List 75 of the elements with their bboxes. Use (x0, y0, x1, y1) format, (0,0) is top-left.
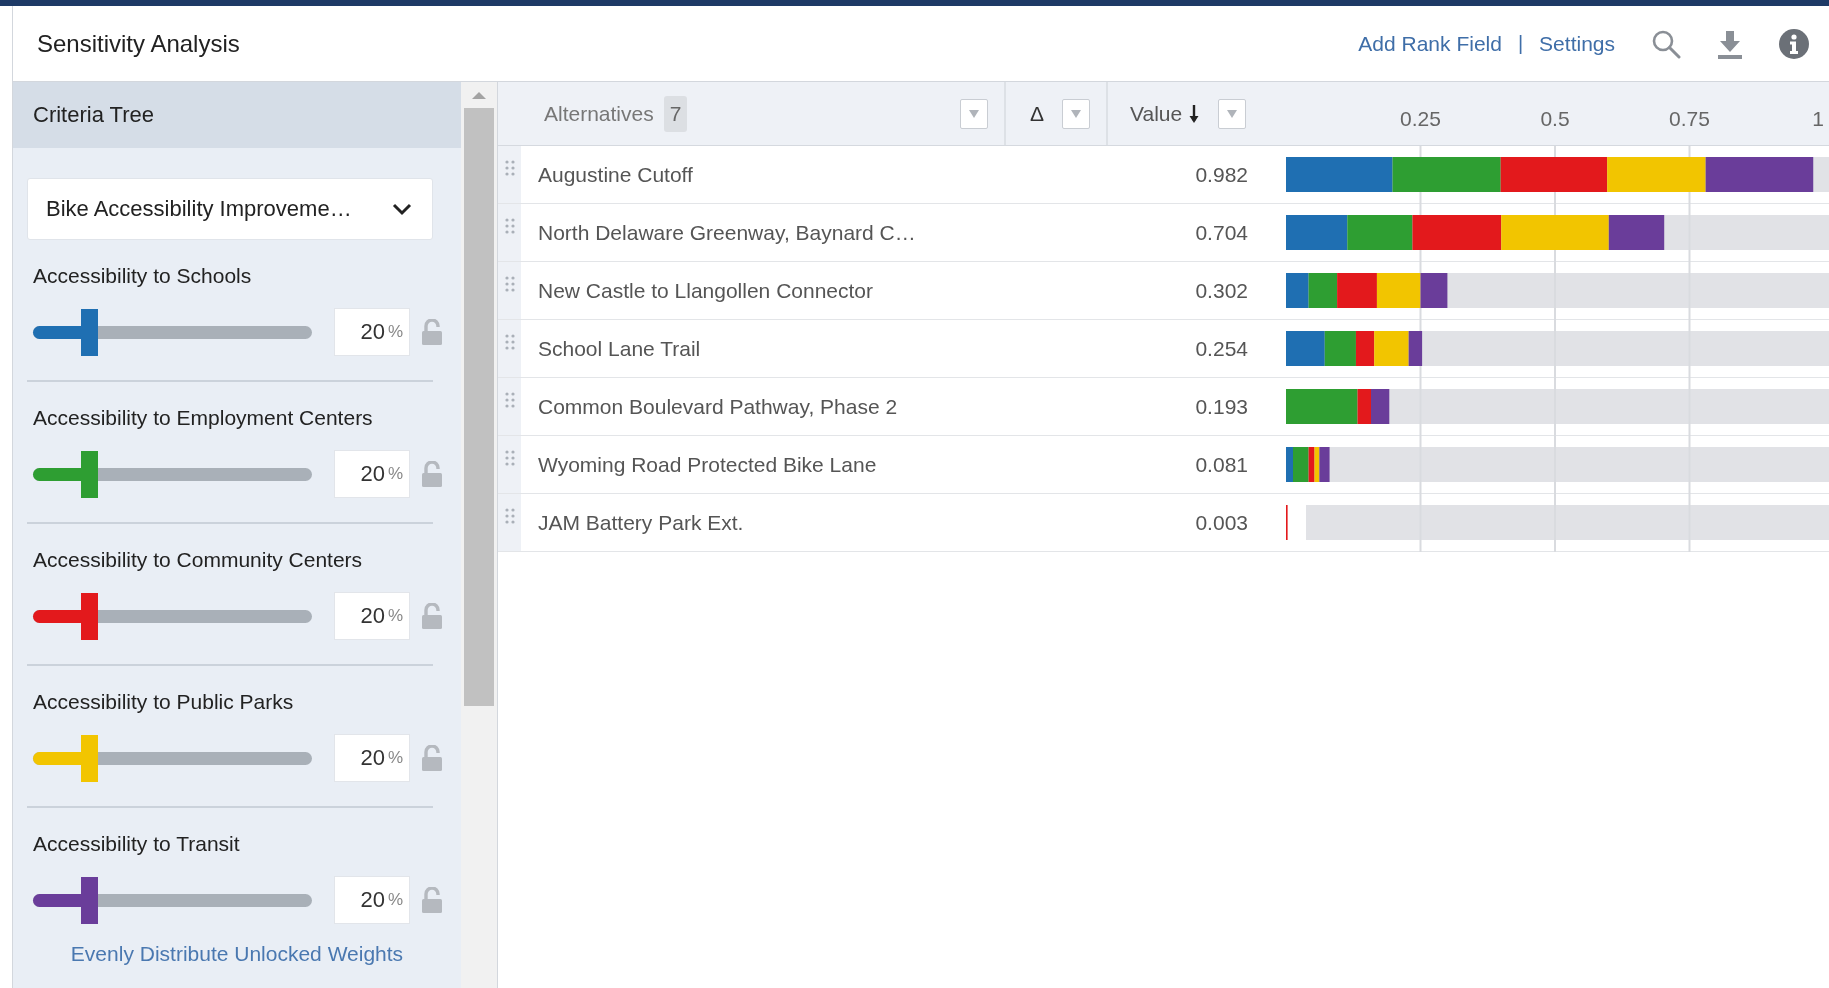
drag-handle-icon[interactable] (504, 392, 515, 408)
filter-button[interactable] (1218, 98, 1247, 129)
column-header: Δ (1030, 101, 1045, 126)
caret-icon (1226, 108, 1239, 119)
drag-handle-icon[interactable] (504, 508, 515, 524)
weight-field[interactable]: 20% (334, 876, 410, 924)
drag-handle-icon[interactable] (504, 218, 515, 234)
settings-link[interactable]: Settings (1539, 31, 1615, 56)
criterion-label: Accessibility to Schools (32, 264, 253, 288)
unlocked-padlock-icon[interactable] (422, 603, 442, 629)
axis-tick-label: 0.25 (1400, 107, 1441, 130)
unlocked-padlock-icon[interactable] (422, 461, 442, 487)
weight-slider[interactable] (33, 308, 312, 356)
drag-handle-icon[interactable] (504, 334, 515, 350)
alternative-name: Wyoming Road Protected Bike Lane (538, 452, 878, 477)
slider-thumb[interactable] (80, 592, 98, 640)
criterion-label: Accessibility to Transit (32, 832, 241, 856)
count-badge: 7 (663, 95, 688, 132)
unlocked-padlock-icon[interactable] (422, 319, 442, 345)
drag-handle-icon[interactable] (504, 160, 515, 176)
panel-title: Criteria Tree (33, 102, 155, 128)
scrollbar-thumb[interactable] (464, 108, 494, 706)
weight-slider[interactable] (33, 734, 312, 782)
alternative-name: New Castle to Llangollen Connector (538, 278, 875, 303)
axis-tick-label: 0.5 (1540, 107, 1570, 130)
weight-field[interactable]: 20% (334, 450, 410, 498)
value-cell: 0.081 (1195, 452, 1248, 477)
weight-slider[interactable] (33, 592, 312, 640)
value-cell: 0.704 (1195, 220, 1248, 245)
scroll-up-icon[interactable] (471, 90, 487, 100)
filter-button[interactable] (1062, 98, 1091, 129)
value-cell: 0.254 (1195, 336, 1248, 361)
unlocked-padlock-icon[interactable] (422, 745, 442, 771)
add-rank-field-link[interactable]: Add Rank Field (1358, 31, 1502, 56)
slider-thumb[interactable] (80, 876, 98, 924)
criterion-label: Accessibility to Community Centers (32, 548, 364, 572)
chevron-down-icon (392, 202, 412, 216)
weight-slider[interactable] (33, 876, 312, 924)
download-icon[interactable] (1717, 28, 1743, 59)
drag-handle-icon[interactable] (504, 276, 515, 292)
value-cell: 0.302 (1195, 278, 1248, 303)
alternative-name: Common Boulevard Pathway, Phase 2 (538, 394, 899, 419)
axis-tick-label: 1 (1812, 107, 1824, 130)
value-cell: 0.982 (1195, 162, 1248, 187)
alternative-name: School Lane Trail (538, 336, 702, 361)
slider-thumb[interactable] (80, 450, 98, 498)
sort-down-icon[interactable] (1188, 103, 1201, 124)
model-dropdown[interactable]: Bike Accessibility Improveme… (27, 178, 433, 240)
weight-field[interactable]: 20% (334, 308, 410, 356)
search-icon[interactable] (1651, 28, 1681, 59)
filter-button[interactable] (960, 98, 988, 129)
alternative-name: JAM Battery Park Ext. (538, 510, 745, 535)
criterion-label: Accessibility to Employment Centers (32, 406, 374, 430)
value-cell: 0.193 (1195, 394, 1248, 419)
column-header: Alternatives (544, 101, 654, 126)
caret-icon (968, 108, 980, 119)
caret-icon (1070, 108, 1083, 119)
slider-thumb[interactable] (80, 734, 98, 782)
slider-thumb[interactable] (80, 308, 98, 356)
drag-handle-icon[interactable] (504, 450, 515, 466)
page-title: Sensitivity Analysis (37, 29, 240, 58)
distribute-weights-link[interactable]: Evenly Distribute Unlocked Weights (13, 942, 461, 966)
alternative-name: Augustine Cutoff (538, 162, 694, 187)
column-header[interactable]: Value (1130, 101, 1183, 126)
criterion-label: Accessibility to Public Parks (32, 690, 295, 714)
separator: | (1517, 32, 1524, 55)
info-icon[interactable] (1779, 28, 1809, 59)
alternative-name: North Delaware Greenway, Baynard C… (538, 220, 917, 245)
axis-tick-label: 0.75 (1669, 107, 1710, 130)
weight-slider[interactable] (33, 450, 312, 498)
scrollbar[interactable] (461, 82, 498, 988)
weight-field[interactable]: 20% (334, 592, 410, 640)
value-cell: 0.003 (1195, 510, 1248, 535)
weight-field[interactable]: 20% (334, 734, 410, 782)
unlocked-padlock-icon[interactable] (422, 887, 442, 913)
